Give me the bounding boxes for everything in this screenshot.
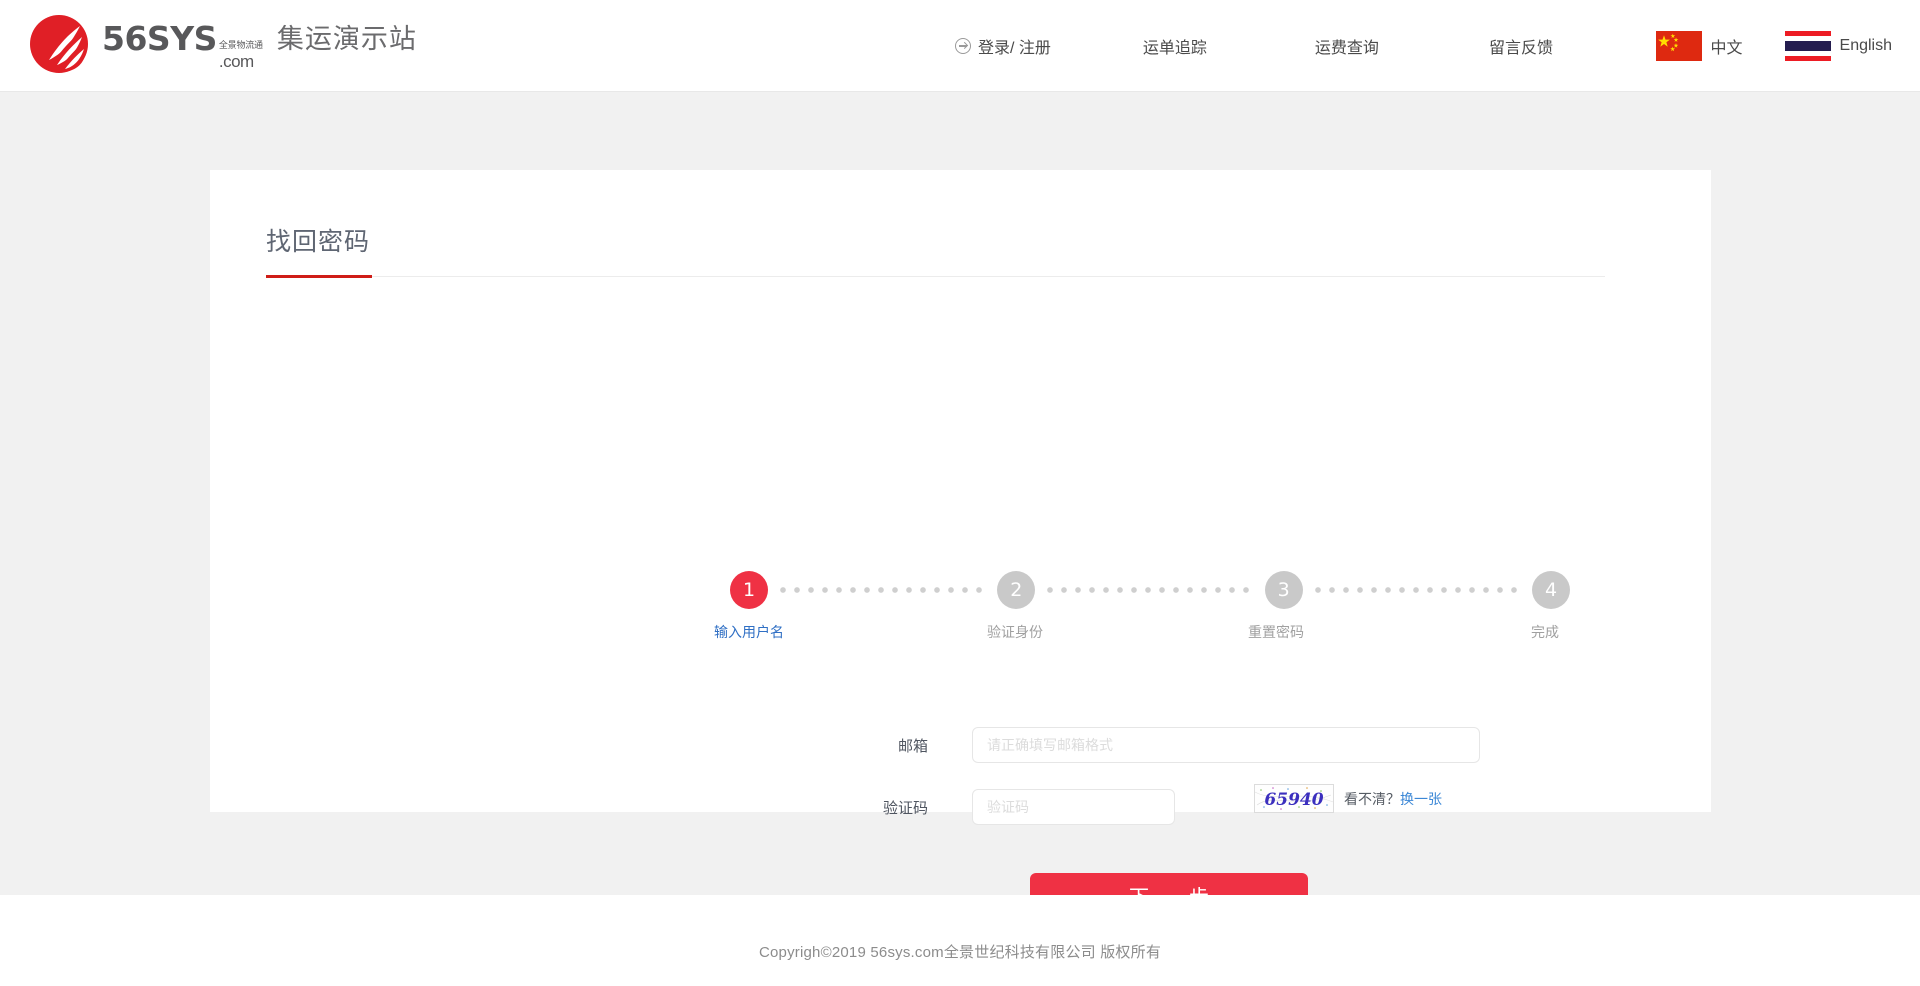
lang-en[interactable]: English: [1785, 31, 1892, 61]
nav-waybill-tracking-label: 运单追踪: [1143, 34, 1207, 58]
captcha-text: 65940: [1264, 790, 1323, 810]
title-underline-accent: [266, 275, 372, 278]
step-circle-2[interactable]: 2: [997, 571, 1035, 609]
captcha-row: 验证码: [210, 787, 1711, 827]
step-number-4: 4: [1545, 579, 1557, 601]
lang-zh-label: 中文: [1711, 34, 1743, 58]
step-number-1: 1: [743, 579, 755, 601]
step-label-2: 验证身份: [987, 622, 1043, 642]
step-connector-1: [776, 587, 989, 593]
th-flag-icon: [1785, 31, 1831, 61]
brand-dotcom-text: .com: [219, 53, 263, 70]
captcha-label: 验证码: [210, 797, 950, 818]
site-header: 56SYS 全景物流通 .com 集运演示站 登录/ 注册 运单追踪 运费查询 …: [0, 0, 1920, 92]
retrieve-password-card: 找回密码 1 2 3 4: [210, 170, 1711, 812]
page-root: 56SYS 全景物流通 .com 集运演示站 登录/ 注册 运单追踪 运费查询 …: [0, 0, 1920, 986]
step-label-3: 重置密码: [1248, 622, 1304, 642]
step-connector-3: [1311, 587, 1524, 593]
step-indicator: 1 2 3 4 输入用户名 验证身份 重置密码 完成: [730, 566, 1570, 656]
email-input[interactable]: [972, 727, 1480, 763]
step-labels: 输入用户名 验证身份 重置密码 完成: [730, 622, 1570, 646]
captcha-hint-prefix: 看不清？: [1344, 791, 1400, 807]
page-title: 找回密码: [266, 222, 370, 258]
retrieve-password-form: 邮箱 验证码: [210, 725, 1711, 917]
captcha-image[interactable]: 65940: [1254, 784, 1334, 813]
step-circle-3[interactable]: 3: [1265, 571, 1303, 609]
nav-feedback-label: 留言反馈: [1489, 34, 1553, 58]
copyright-text: Copyrigh©2019 56sys.com全景世纪科技有限公司 版权所有: [759, 941, 1161, 962]
site-footer: Copyrigh©2019 56sys.com全景世纪科技有限公司 版权所有: [0, 895, 1920, 986]
cn-flag-icon: [1656, 31, 1702, 61]
title-underline-rest: [372, 276, 1605, 277]
brand-suffix: 全景物流通 .com: [219, 43, 263, 69]
56sys-swirl-logo-icon: [28, 13, 90, 75]
captcha-input[interactable]: [972, 789, 1175, 825]
email-label: 邮箱: [210, 735, 950, 756]
main-navigation: 登录/ 注册 运单追踪 运费查询 留言反馈: [955, 0, 1553, 92]
step-track: 1 2 3 4: [730, 566, 1570, 614]
site-title-text: 集运演示站: [277, 17, 417, 56]
lang-zh[interactable]: 中文: [1656, 31, 1743, 61]
step-circle-4[interactable]: 4: [1532, 571, 1570, 609]
brand-name-text: 56SYS: [102, 22, 217, 55]
nav-freight-query[interactable]: 运费查询: [1315, 34, 1379, 58]
brand-logo[interactable]: 56SYS 全景物流通 .com 集运演示站: [28, 12, 417, 76]
brand-wordmark: 56SYS 全景物流通 .com 集运演示站: [102, 19, 417, 69]
step-label-4: 完成: [1531, 622, 1559, 642]
step-circle-1[interactable]: 1: [730, 571, 768, 609]
nav-login-register-label: 登录/ 注册: [978, 34, 1051, 58]
language-switcher: 中文 English: [1656, 0, 1893, 92]
brand-cn-subtitle: 全景物流通: [219, 41, 263, 50]
step-number-3: 3: [1278, 579, 1290, 601]
step-number-2: 2: [1010, 579, 1022, 601]
step-label-1: 输入用户名: [714, 622, 784, 642]
arrow-circle-right-icon: [955, 38, 971, 54]
nav-feedback[interactable]: 留言反馈: [1489, 34, 1553, 58]
captcha-refresh-link[interactable]: 换一张: [1400, 791, 1442, 807]
nav-freight-query-label: 运费查询: [1315, 34, 1379, 58]
captcha-hint: 看不清？换一张: [1344, 789, 1442, 809]
nav-login-register[interactable]: 登录/ 注册: [955, 34, 1051, 58]
lang-en-label: English: [1840, 37, 1892, 55]
email-row: 邮箱: [210, 725, 1711, 765]
nav-waybill-tracking[interactable]: 运单追踪: [1143, 34, 1207, 58]
step-connector-2: [1043, 587, 1256, 593]
